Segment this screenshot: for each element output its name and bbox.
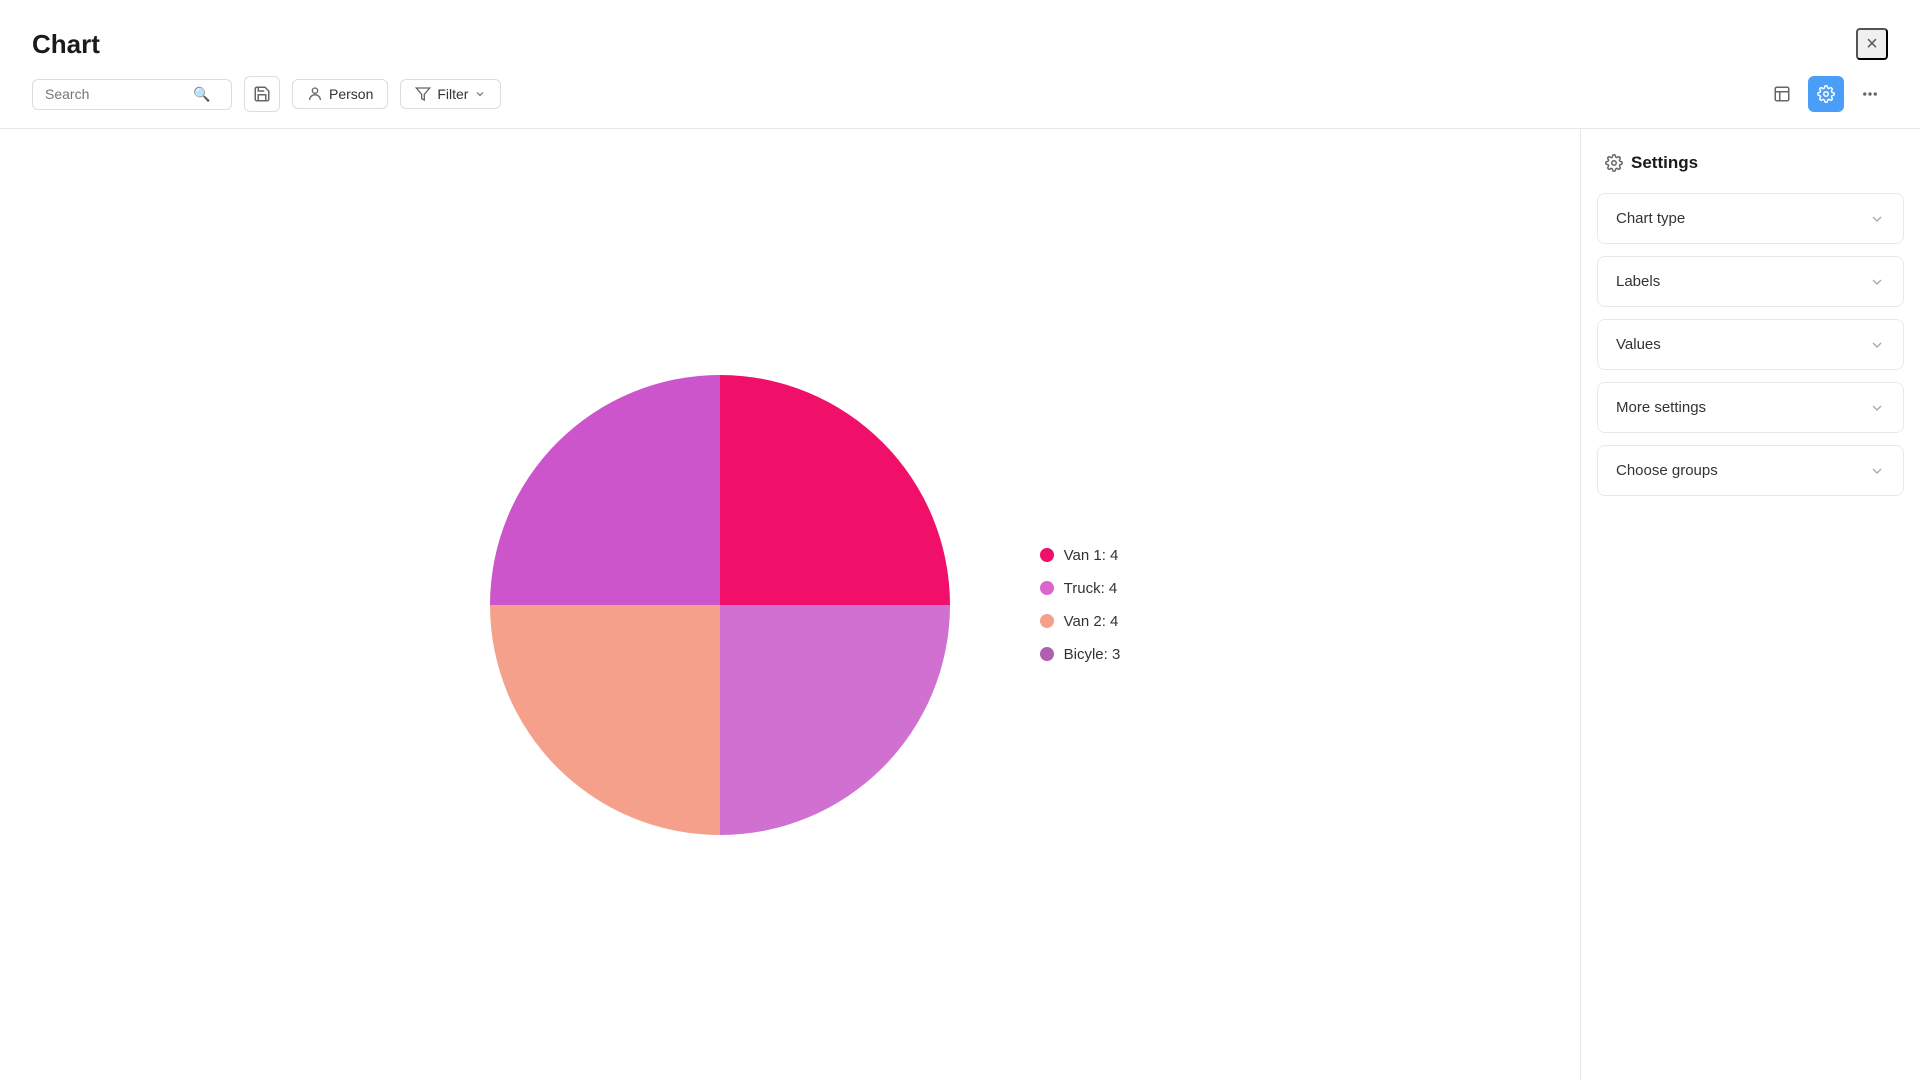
more-settings-chevron-icon <box>1869 400 1885 416</box>
settings-section-labels: Labels <box>1597 256 1904 307</box>
chart-type-chevron-icon <box>1869 211 1885 227</box>
settings-toolbar-icon <box>1817 85 1835 103</box>
chart-type-header[interactable]: Chart type <box>1598 194 1903 243</box>
search-icon[interactable]: 🔍 <box>193 86 210 103</box>
settings-section-groups: Choose groups <box>1597 445 1904 496</box>
person-icon <box>307 86 323 102</box>
save-icon <box>253 85 271 103</box>
settings-header: Settings <box>1581 153 1920 193</box>
legend-label-truck: Truck: 4 <box>1064 580 1118 597</box>
filter-chevron-icon <box>474 88 486 100</box>
settings-gear-icon <box>1605 154 1623 172</box>
search-input[interactable] <box>45 86 185 102</box>
values-chevron-icon <box>1869 337 1885 353</box>
person-label: Person <box>329 86 373 102</box>
legend-label-van1: Van 1: 4 <box>1064 547 1119 564</box>
legend-dot-van2 <box>1040 614 1054 628</box>
pie-chart <box>460 315 980 895</box>
chart-area: Van 1: 4 Truck: 4 Van 2: 4 Bicyle: 3 <box>0 129 1580 1080</box>
more-button[interactable] <box>1852 76 1888 112</box>
chart-legend: Van 1: 4 Truck: 4 Van 2: 4 Bicyle: 3 <box>1040 547 1121 663</box>
segment-van2 <box>490 605 720 835</box>
more-icon <box>1861 85 1879 103</box>
save-button[interactable] <box>244 76 280 112</box>
legend-item-van1: Van 1: 4 <box>1040 547 1121 564</box>
filter-button[interactable]: Filter <box>400 79 501 109</box>
more-settings-label: More settings <box>1616 399 1706 416</box>
minimize-icon <box>1773 85 1791 103</box>
filter-label: Filter <box>437 86 468 102</box>
app-container: Chart × 🔍 Person Filter <box>0 0 1920 1080</box>
legend-dot-van1 <box>1040 548 1054 562</box>
legend-item-truck: Truck: 4 <box>1040 580 1121 597</box>
legend-label-bicyle: Bicyle: 3 <box>1064 646 1121 663</box>
segment-van1 <box>720 375 950 605</box>
legend-dot-bicyle <box>1040 647 1054 661</box>
segment-bicyle <box>720 605 950 835</box>
legend-label-van2: Van 2: 4 <box>1064 613 1119 630</box>
chart-type-label: Chart type <box>1616 210 1685 227</box>
labels-label: Labels <box>1616 273 1660 290</box>
labels-header[interactable]: Labels <box>1598 257 1903 306</box>
more-settings-header[interactable]: More settings <box>1598 383 1903 432</box>
segment-truck <box>490 375 720 605</box>
labels-chevron-icon <box>1869 274 1885 290</box>
close-button[interactable]: × <box>1856 28 1888 60</box>
page-title: Chart <box>32 29 100 60</box>
header: Chart × <box>0 0 1920 60</box>
toolbar: 🔍 Person Filter <box>0 60 1920 128</box>
values-header[interactable]: Values <box>1598 320 1903 369</box>
minimize-button[interactable] <box>1764 76 1800 112</box>
choose-groups-label: Choose groups <box>1616 462 1718 479</box>
choose-groups-chevron-icon <box>1869 463 1885 479</box>
toolbar-right <box>1764 76 1888 112</box>
choose-groups-header[interactable]: Choose groups <box>1598 446 1903 495</box>
legend-dot-truck <box>1040 581 1054 595</box>
person-button[interactable]: Person <box>292 79 388 109</box>
chart-wrapper: Van 1: 4 Truck: 4 Van 2: 4 Bicyle: 3 <box>460 315 1121 895</box>
legend-item-van2: Van 2: 4 <box>1040 613 1121 630</box>
settings-section-chart-type: Chart type <box>1597 193 1904 244</box>
main-content: Van 1: 4 Truck: 4 Van 2: 4 Bicyle: 3 <box>0 128 1920 1080</box>
settings-panel: Settings Chart type Labels <box>1580 129 1920 1080</box>
search-box[interactable]: 🔍 <box>32 79 232 110</box>
filter-icon <box>415 86 431 102</box>
values-label: Values <box>1616 336 1661 353</box>
settings-title: Settings <box>1631 153 1698 173</box>
settings-toolbar-button[interactable] <box>1808 76 1844 112</box>
legend-item-bicyle: Bicyle: 3 <box>1040 646 1121 663</box>
settings-section-values: Values <box>1597 319 1904 370</box>
settings-section-more: More settings <box>1597 382 1904 433</box>
